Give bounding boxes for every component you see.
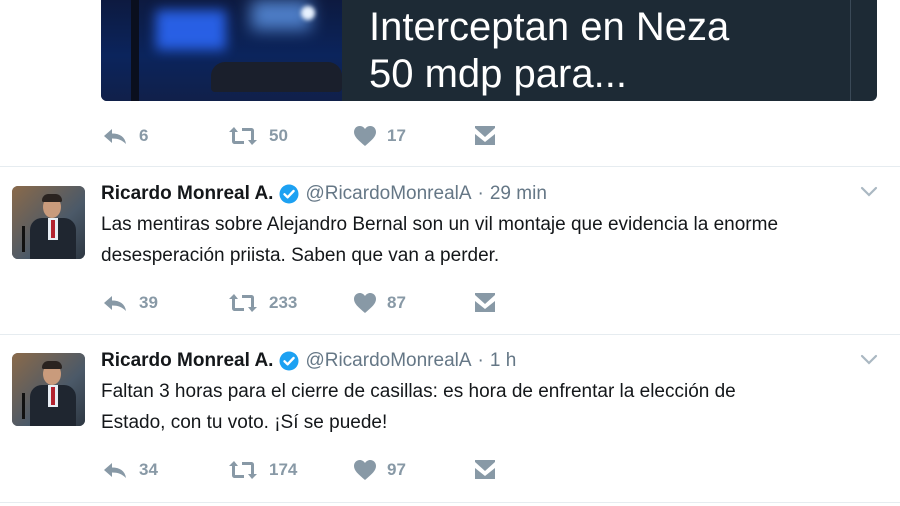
tweet-timestamp[interactable]: 1 h bbox=[490, 350, 516, 372]
retweet-icon bbox=[229, 127, 257, 145]
heart-icon bbox=[354, 460, 376, 480]
reply-icon bbox=[104, 129, 126, 144]
like-button[interactable]: 97 bbox=[353, 459, 473, 481]
reply-icon bbox=[104, 296, 126, 311]
retweet-icon bbox=[229, 461, 257, 479]
tweet-text-line-1: Faltan 3 horas para el cierre de casilla… bbox=[101, 381, 736, 402]
card-divider bbox=[850, 0, 851, 101]
heart-icon bbox=[354, 293, 376, 313]
tweet-actions: 6 50 17 bbox=[101, 121, 497, 151]
envelope-icon bbox=[475, 460, 495, 479]
direct-message-button[interactable] bbox=[473, 292, 497, 314]
retweet-count: 174 bbox=[269, 460, 298, 479]
author-name[interactable]: Ricardo Monreal A. bbox=[101, 183, 273, 205]
like-count: 87 bbox=[387, 293, 406, 312]
tweet[interactable]: Ricardo Monreal A. @RicardoMonrealA · 1 … bbox=[0, 335, 900, 501]
chevron-down-icon[interactable] bbox=[860, 185, 878, 203]
retweet-count: 50 bbox=[269, 126, 288, 145]
like-button[interactable]: 87 bbox=[353, 292, 473, 314]
verified-badge-icon bbox=[279, 351, 299, 371]
tweet-timestamp[interactable]: 29 min bbox=[490, 183, 547, 205]
tweet-text-line-1: Las mentiras sobre Alejandro Bernal son … bbox=[101, 214, 779, 235]
tweet[interactable]: Ricardo Monreal A. @RicardoMonrealA · 29… bbox=[0, 167, 900, 333]
tweet-header: Ricardo Monreal A. @RicardoMonrealA · 1 … bbox=[101, 350, 516, 372]
retweet-button[interactable]: 233 bbox=[227, 292, 353, 314]
card-title: Interceptan en Neza 50 mdp para... bbox=[369, 4, 849, 98]
author-handle[interactable]: @RicardoMonrealA bbox=[305, 183, 471, 205]
retweet-icon bbox=[229, 294, 257, 312]
like-count: 17 bbox=[387, 126, 406, 145]
link-preview-card[interactable]: Interceptan en Neza 50 mdp para... bbox=[101, 0, 877, 101]
avatar[interactable] bbox=[12, 353, 85, 426]
tweet-text-line-2: desesperación priista. Saben que van a p… bbox=[101, 245, 500, 266]
retweet-count: 233 bbox=[269, 293, 298, 312]
author-name[interactable]: Ricardo Monreal A. bbox=[101, 350, 273, 372]
reply-count: 34 bbox=[139, 460, 158, 479]
reply-count: 6 bbox=[139, 126, 149, 145]
retweet-button[interactable]: 50 bbox=[227, 125, 353, 147]
direct-message-button[interactable] bbox=[473, 125, 497, 147]
card-image bbox=[101, 0, 342, 101]
like-count: 97 bbox=[387, 460, 406, 479]
chevron-down-icon[interactable] bbox=[860, 353, 878, 371]
like-button[interactable]: 17 bbox=[353, 125, 473, 147]
envelope-icon bbox=[475, 126, 495, 145]
tweet-actions: 34 174 97 bbox=[101, 455, 497, 485]
reply-button[interactable]: 6 bbox=[101, 126, 227, 146]
tweet-header: Ricardo Monreal A. @RicardoMonrealA · 29… bbox=[101, 183, 547, 205]
tweet-text: Las mentiras sobre Alejandro Bernal son … bbox=[101, 209, 891, 271]
envelope-icon bbox=[475, 293, 495, 312]
heart-icon bbox=[354, 126, 376, 146]
tweet-text: Faltan 3 horas para el cierre de casilla… bbox=[101, 376, 891, 438]
avatar[interactable] bbox=[12, 186, 85, 259]
tweet-separator bbox=[0, 502, 900, 503]
tweet-actions: 39 233 87 bbox=[101, 288, 497, 318]
author-handle[interactable]: @RicardoMonrealA bbox=[305, 350, 471, 372]
card-title-line-1: Interceptan en Neza bbox=[369, 5, 730, 49]
reply-icon bbox=[104, 463, 126, 478]
separator-dot: · bbox=[477, 183, 484, 204]
card-title-line-2: 50 mdp para... bbox=[369, 52, 627, 96]
verified-badge-icon bbox=[279, 184, 299, 204]
reply-button[interactable]: 34 bbox=[101, 460, 227, 480]
direct-message-button[interactable] bbox=[473, 459, 497, 481]
retweet-button[interactable]: 174 bbox=[227, 459, 353, 481]
tweet-text-line-2: Estado, con tu voto. ¡Sí se puede! bbox=[101, 412, 388, 433]
separator-dot: · bbox=[477, 350, 484, 371]
reply-button[interactable]: 39 bbox=[101, 293, 227, 313]
reply-count: 39 bbox=[139, 293, 158, 312]
